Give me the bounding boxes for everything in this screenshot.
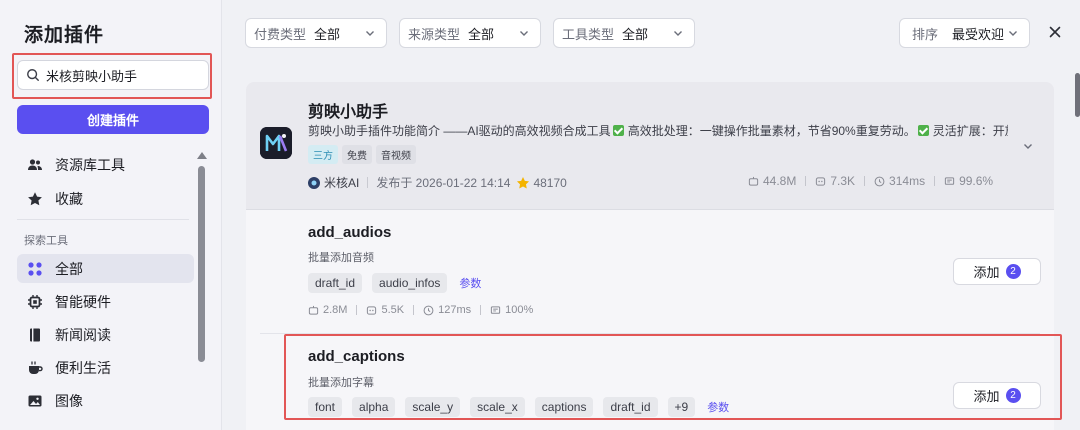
chevron-down-icon [674, 31, 682, 36]
tool-stats: 2.8M 5.5K 127ms 100% [308, 304, 533, 316]
plugin-tags: 三方 免费 音视频 [308, 145, 416, 164]
filter-value: 全部 [622, 26, 649, 42]
add-count-badge: 2 [1005, 264, 1021, 279]
users-icon [27, 157, 43, 173]
check-icon [917, 125, 929, 136]
highlight-frame [284, 334, 1062, 420]
tool-item-add-audios: add_audios 批量添加音频 draft_id audio_infos 参… [246, 210, 1054, 336]
filter-label: 工具类型 [562, 26, 615, 42]
sidebar-item-image[interactable]: 图像 [17, 386, 194, 415]
filter-value: 全部 [314, 26, 341, 42]
search-icon [27, 69, 39, 81]
star-icon [517, 176, 530, 189]
stat-bots: 7.3K [815, 174, 855, 188]
plugin-header[interactable]: 剪映小助手 剪映小助手插件功能简介 ——AI驱动的高效视频合成工具 高效批处理：一… [246, 82, 1054, 210]
description-text: 剪映小助手插件功能简介 ——AI驱动的高效视频合成工具 [308, 124, 611, 138]
description-text: 高效批处理：一键操作批量素材，节省90%重复劳动。 [627, 124, 916, 138]
params-link[interactable]: 参数 [459, 275, 481, 291]
message-icon [491, 305, 501, 314]
clock-icon [423, 305, 434, 315]
cup-icon [27, 360, 43, 376]
author-avatar-icon [308, 176, 320, 189]
chevron-down-icon [520, 31, 528, 36]
sidebar-item-news-reading[interactable]: 新闻阅读 [17, 320, 194, 349]
image-icon [27, 393, 43, 409]
chevron-down-icon [366, 31, 374, 36]
book-icon [27, 327, 43, 343]
sidebar-item-all[interactable]: 全部 [17, 254, 194, 283]
chip-icon [27, 294, 43, 310]
param-tag: audio_infos [372, 273, 448, 293]
bot-icon [816, 176, 826, 186]
stat-success-rate: 99.6% [944, 174, 993, 188]
sidebar-section-label: 探索工具 [24, 235, 68, 247]
create-plugin-button[interactable]: 创建插件 [17, 105, 209, 134]
plugin-logo [260, 127, 292, 159]
plugin-published: 发布于 2026-01-22 14:14 [376, 176, 511, 190]
tool-description: 批量添加音频 [308, 252, 374, 264]
sidebar-title: 添加插件 [24, 25, 105, 46]
grid-icon [27, 261, 43, 277]
stat-latency: 314ms [874, 174, 925, 188]
sort-label: 排序 [912, 26, 939, 42]
plugin-description: 剪映小助手插件功能简介 ——AI驱动的高效视频合成工具 高效批处理：一键操作批量素… [308, 122, 1008, 139]
sort-dropdown[interactable]: 排序 最受欢迎 [899, 18, 1030, 48]
check-icon [612, 125, 624, 136]
sidebar-item-label: 智能硬件 [55, 293, 111, 310]
stat-bots: 5.5K [366, 304, 404, 316]
sidebar-item-label: 资源库工具 [55, 156, 125, 173]
sidebar-item-label: 新闻阅读 [55, 326, 111, 343]
sidebar-item-resource-tools[interactable]: 资源库工具 [17, 150, 194, 179]
search-input[interactable] [46, 67, 196, 83]
search-box[interactable] [17, 60, 209, 90]
description-text: 灵活扩展：开放插… [932, 124, 1008, 138]
tag: 三方 [308, 145, 338, 164]
plugin-title: 剪映小助手 [308, 104, 389, 121]
chevron-down-icon [1009, 31, 1017, 36]
filter-label: 来源类型 [408, 26, 461, 42]
sidebar-item-label: 全部 [55, 260, 83, 277]
bot-icon [367, 305, 377, 315]
sort-value: 最受欢迎 [952, 26, 1005, 42]
robot-icon [308, 305, 319, 315]
param-tag: draft_id [308, 273, 363, 293]
scroll-up-arrow[interactable] [197, 152, 207, 159]
sidebar-item-favorites[interactable]: 收藏 [17, 184, 194, 213]
stat-success-rate: 100% [490, 304, 533, 316]
plugin-favorites: 48170 [533, 175, 567, 190]
stat-calls: 2.8M [308, 304, 347, 316]
sidebar-item-label: 图像 [55, 392, 83, 409]
clock-icon [874, 176, 885, 186]
stat-latency: 127ms [423, 304, 471, 316]
robot-icon [748, 176, 759, 186]
filter-value: 全部 [468, 26, 495, 42]
sidebar-scrollbar[interactable] [198, 166, 205, 362]
plugin-author: 米核AI [324, 176, 360, 190]
sidebar-item-label: 便利生活 [55, 359, 111, 376]
sidebar-item-daily-life[interactable]: 便利生活 [17, 353, 194, 382]
star-icon [27, 191, 43, 207]
sidebar-item-label: 收藏 [55, 190, 83, 207]
filter-payment-type[interactable]: 付费类型 全部 [245, 18, 387, 48]
filter-tool-type[interactable]: 工具类型 全部 [553, 18, 695, 48]
add-button-label: 添加 [973, 265, 1000, 280]
add-tool-button[interactable]: 添加 2 [953, 258, 1041, 285]
meta-separator [367, 177, 369, 188]
page-scrollbar[interactable] [1075, 73, 1080, 117]
plugin-meta: 米核AI 发布于 2026-01-22 14:14 48170 [308, 174, 567, 191]
chevron-down-icon[interactable] [1022, 140, 1034, 152]
message-icon [944, 176, 955, 185]
tag: 音视频 [376, 145, 416, 164]
filter-label: 付费类型 [254, 26, 307, 42]
tool-params: draft_id audio_infos 参数 [308, 273, 481, 293]
sidebar-divider [17, 219, 189, 220]
stat-calls: 44.8M [748, 174, 796, 188]
plugin-stats: 44.8M 7.3K 314ms 99.6% [748, 174, 993, 188]
tag: 免费 [342, 145, 372, 164]
close-icon[interactable] [1047, 24, 1063, 40]
sidebar: 添加插件 创建插件 资源库工具 收藏 探索工具 全部 智能硬件 新闻阅读 [0, 0, 222, 430]
sidebar-item-smart-hardware[interactable]: 智能硬件 [17, 287, 194, 316]
tool-name: add_audios [308, 224, 392, 241]
filter-source-type[interactable]: 来源类型 全部 [399, 18, 541, 48]
